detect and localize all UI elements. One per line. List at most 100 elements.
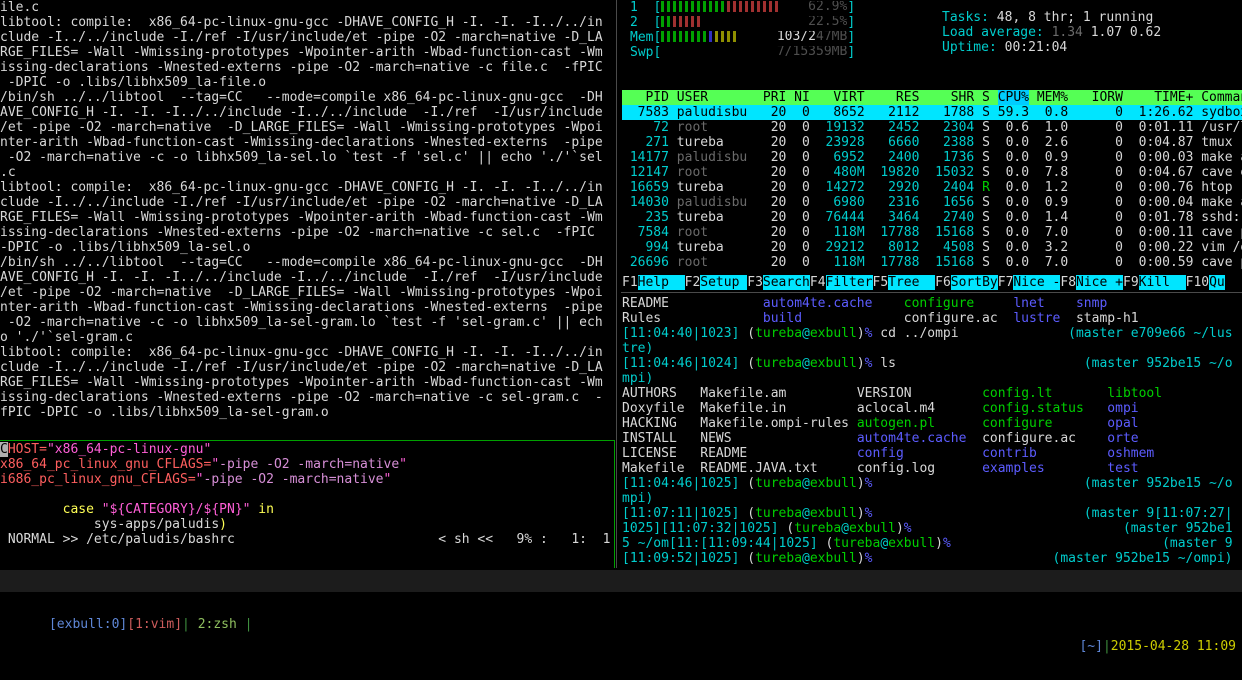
file-entry[interactable]: HACKING [622, 416, 700, 431]
shell-prompt-line[interactable]: [11:04:46|1024] (tureba@exbull)% ls (mas… [622, 356, 1242, 371]
file-entry[interactable]: stamp-h1 [1076, 311, 1139, 326]
shell-prompt-line[interactable]: [11:07:11|1025] (tureba@exbull)% (master… [622, 506, 1242, 521]
htop-process-row[interactable]: 16659 tureba 20 0 14272 2920 2404 R 0.0 … [622, 180, 1242, 195]
vim-line[interactable]: x86_64_pc_linux_gnu_CFLAGS="-pipe -O2 -m… [0, 457, 614, 472]
file-entry[interactable]: examples [982, 461, 1107, 476]
fkey-nice -[interactable]: Nice - [1013, 275, 1061, 290]
pane-htop[interactable]: 1 [62.9%] 2 [22.5%] Mem[103/247MB] Swp[7/15… [622, 0, 1242, 290]
pane-vim[interactable]: CHOST="x86_64-pc-linux-gnu" x86_64_pc_lin… [0, 442, 614, 568]
htop-function-key-bar[interactable]: F1Help F2Setup F3SearchF4FilterF5Tree F6… [622, 275, 1242, 290]
htop-process-row[interactable]: 72 root 20 0 19132 2452 2304 S 0.6 1.0 0… [622, 120, 1242, 135]
fkey-number: F4 [809, 275, 826, 290]
fkey-filter[interactable]: Filter [825, 275, 873, 290]
file-entry[interactable]: Makefile.ompi-rules [700, 416, 857, 431]
htop-process-rows[interactable]: 7583 paludisbu 20 0 8652 2112 1788 S 59.… [622, 105, 1242, 270]
file-entry[interactable]: Makefile.in [700, 401, 857, 416]
fkey-qu[interactable]: Qu [1209, 275, 1225, 290]
file-entry[interactable]: NEWS [700, 431, 857, 446]
file-entry[interactable]: lustre [1013, 311, 1076, 326]
file-entry[interactable]: lnet [1013, 296, 1076, 311]
file-entry[interactable]: README [700, 446, 857, 461]
vim-line[interactable]: case "${CATEGORY}/${PN}" in [0, 502, 614, 517]
statusbar-window-vim[interactable]: [1:vim] [127, 617, 182, 632]
htop-process-row[interactable]: 235 tureba 20 0 76444 3464 2740 S 0.0 1.… [622, 210, 1242, 225]
pane-build-output[interactable]: ile.c libtool: compile: x86_64-pc-linux-g… [0, 0, 614, 440]
prompt-command: cd ../ompi [872, 326, 959, 341]
file-entry[interactable]: ompi [1107, 401, 1185, 416]
fkey-sortby[interactable]: SortBy [950, 275, 998, 290]
htop-process-row[interactable]: 7584 root 20 0 118M 17788 15168 S 0.0 7.… [622, 225, 1242, 240]
htop-col-mem[interactable]: MEM% [1029, 90, 1068, 105]
fkey-kill[interactable]: Kill [1138, 275, 1186, 290]
shell-prompt-line[interactable]: [11:04:46|1025] (tureba@exbull)% (master… [622, 476, 1242, 491]
file-entry[interactable]: snmp [1076, 296, 1139, 311]
file-entry[interactable]: autom4te.cache [763, 296, 904, 311]
terminal-line: /bin/sh ../../libtool --tag=CC --mode=co… [0, 255, 603, 270]
file-entry[interactable]: config.lt [982, 386, 1107, 401]
statusbar-session[interactable]: [exbull:0] [49, 617, 127, 632]
file-entry[interactable]: README [622, 296, 763, 311]
vim-buffer[interactable]: CHOST="x86_64-pc-linux-gnu" x86_64_pc_lin… [0, 442, 614, 532]
vim-line[interactable]: i686_pc_linux_gnu_CFLAGS="-pipe -O2 -mar… [0, 472, 614, 487]
file-entry[interactable]: AUTHORS [622, 386, 700, 401]
file-entry[interactable]: test [1107, 461, 1185, 476]
file-entry[interactable]: VERSION [857, 386, 982, 401]
file-entry[interactable]: build [763, 311, 904, 326]
htop-process-row[interactable]: 994 tureba 20 0 29212 8012 4508 S 0.0 3.… [622, 240, 1242, 255]
shell-prompt-line[interactable]: 1025][11:07:32|1025] (tureba@exbull)% (m… [622, 521, 1242, 536]
htop-process-row[interactable]: 14177 paludisbu 20 0 6952 2400 1736 S 0.… [622, 150, 1242, 165]
process-shr: 2404 [927, 180, 975, 195]
file-entry[interactable]: autogen.pl [857, 416, 982, 431]
process-command: cave per [1201, 225, 1242, 240]
vim-line[interactable]: CHOST="x86_64-pc-linux-gnu" [0, 442, 614, 457]
htop-process-row[interactable]: 12147 root 20 0 480M 19820 15032 S 0.0 7… [622, 165, 1242, 180]
file-entry[interactable]: libtool [1107, 386, 1185, 401]
htop-process-row[interactable]: 7583 paludisbu 20 0 8652 2112 1788 S 59.… [622, 105, 1242, 120]
htop-process-row[interactable]: 14030 paludisbu 20 0 6980 2316 1656 S 0.… [622, 195, 1242, 210]
file-entry[interactable]: contrib [982, 446, 1107, 461]
htop-process-row[interactable]: 26696 root 20 0 118M 17788 15168 S 0.0 7… [622, 255, 1242, 270]
file-entry[interactable]: config [857, 446, 982, 461]
file-entry[interactable]: Doxyfile [622, 401, 700, 416]
file-entry[interactable]: configure.ac [982, 431, 1107, 446]
shell-prompt-line[interactable]: 5 ~/om[11:[11:09:44|1025] (tureba@exbull… [622, 536, 1242, 551]
file-entry[interactable]: Makefile [622, 461, 700, 476]
htop-column-headers[interactable]: PID USER PRI NI VIRT RES SHR S CPU% MEM%… [622, 90, 1242, 105]
htop-process-table[interactable]: PID USER PRI NI VIRT RES SHR S CPU% MEM%… [622, 90, 1242, 270]
shell-prompt-line[interactable]: [11:09:52|1025] (tureba@exbull)% (master… [622, 551, 1242, 566]
process-mem: 7.0 [1036, 255, 1069, 270]
pane-divider-horizontal-right[interactable] [621, 292, 1242, 293]
file-entry[interactable]: autom4te.cache [857, 431, 982, 446]
pane-zsh[interactable]: README autom4te.cache configure lnet snm… [622, 296, 1242, 568]
file-entry[interactable]: orte [1107, 431, 1185, 446]
file-entry[interactable]: configure [904, 296, 1014, 311]
file-entry[interactable]: LICENSE [622, 446, 700, 461]
process-virt: 8652 [817, 105, 865, 120]
file-entry[interactable]: configure.ac [904, 311, 1014, 326]
vim-line[interactable] [0, 487, 614, 502]
shell-prompt-line[interactable]: [11:04:40|1023] (tureba@exbull)% cd ../o… [622, 326, 1242, 341]
file-entry[interactable]: opal [1107, 416, 1185, 431]
file-entry[interactable]: Rules [622, 311, 763, 326]
tmux-statusbar[interactable]: [exbull:0][1:vim]| 2:zsh | [~]|2015-04-2… [0, 570, 1242, 654]
file-entry[interactable]: README.JAVA.txt [700, 461, 857, 476]
htop-col-rest[interactable]: IORW TIME+ Command [1068, 90, 1242, 105]
pane-divider-vertical[interactable] [616, 0, 617, 568]
statusbar-window-zsh[interactable]: 2:zsh [190, 617, 245, 632]
file-entry[interactable]: INSTALL [622, 431, 700, 446]
file-entry[interactable]: aclocal.m4 [857, 401, 982, 416]
fkey-search[interactable]: Search [762, 275, 810, 290]
vim-line[interactable]: sys-apps/paludis) [0, 517, 614, 532]
fkey-help[interactable]: Help [637, 275, 685, 290]
htop-col-left[interactable]: PID USER PRI NI VIRT RES SHR S [622, 90, 998, 105]
htop-process-row[interactable]: 271 tureba 20 0 23928 6660 2388 S 0.0 2.… [622, 135, 1242, 150]
fkey-setup[interactable]: Setup [700, 275, 748, 290]
fkey-nice +[interactable]: Nice + [1076, 275, 1123, 290]
file-entry[interactable]: config.status [982, 401, 1107, 416]
file-entry[interactable]: config.log [857, 461, 982, 476]
file-entry[interactable]: configure [982, 416, 1107, 431]
htop-col-cpu[interactable]: CPU% [997, 90, 1029, 105]
fkey-tree[interactable]: Tree [888, 275, 936, 290]
file-entry[interactable]: oshmem [1107, 446, 1185, 461]
file-entry[interactable]: Makefile.am [700, 386, 857, 401]
